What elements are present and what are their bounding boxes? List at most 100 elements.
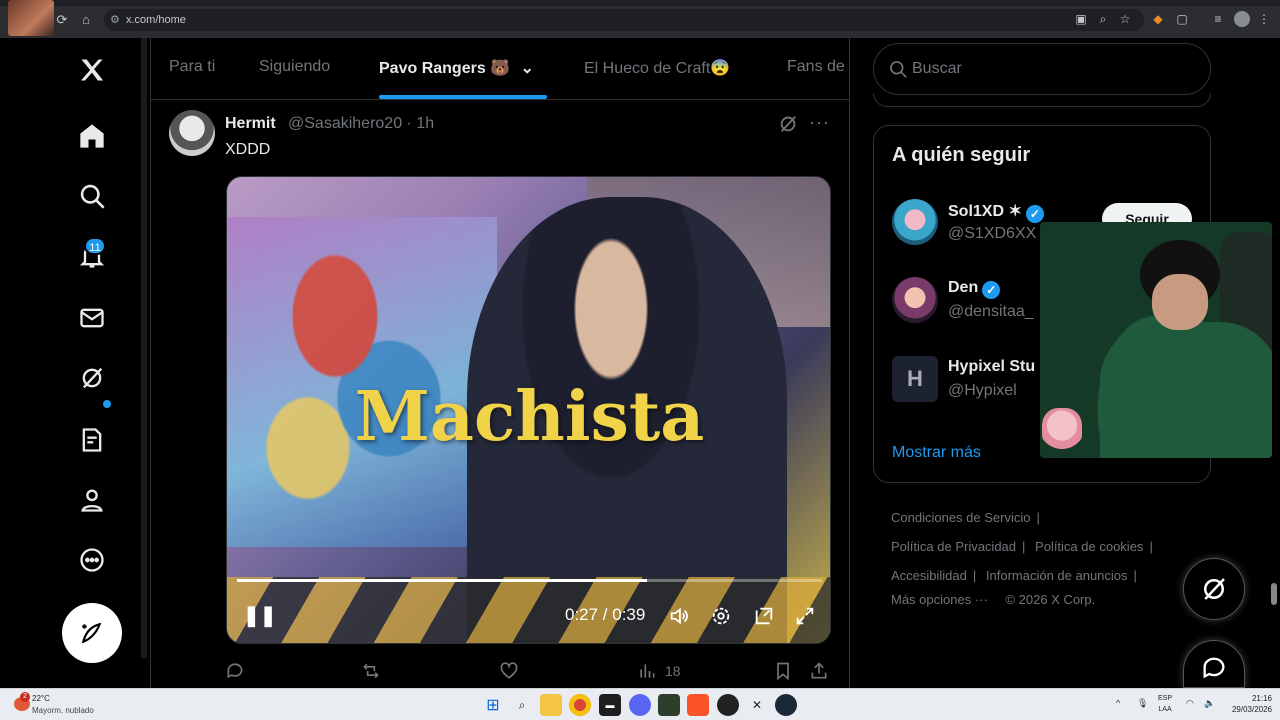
settings-gear-icon[interactable]: [710, 605, 732, 627]
more-icon[interactable]: [76, 544, 108, 576]
share-button[interactable]: [809, 660, 829, 682]
repost-button[interactable]: [361, 660, 381, 682]
webcam-person-face: [1152, 274, 1208, 330]
terms-link[interactable]: Condiciones de Servicio: [891, 510, 1030, 525]
more-options-icon[interactable]: ···: [809, 112, 830, 133]
github-icon[interactable]: [717, 694, 739, 716]
microphone-icon[interactable]: 🎙: [1137, 698, 1148, 709]
views-button[interactable]: 18: [637, 660, 681, 682]
grok-float-button[interactable]: [1183, 558, 1245, 620]
post-feather-icon: [81, 622, 102, 644]
profile-icon[interactable]: [1234, 11, 1250, 27]
hypixel-logo-icon[interactable]: H: [892, 356, 938, 402]
windows-start-icon[interactable]: ⊞: [482, 694, 504, 716]
screenshot-icon[interactable]: ▣: [1073, 11, 1089, 27]
accessibility-link[interactable]: Accesibilidad: [891, 568, 967, 583]
brave-icon[interactable]: [687, 694, 709, 716]
cookies-link[interactable]: Política de cookies: [1035, 539, 1143, 554]
site-info-icon[interactable]: ⚙: [110, 9, 120, 31]
volume-icon[interactable]: [668, 605, 690, 627]
avatar[interactable]: [892, 277, 938, 323]
post-button[interactable]: [62, 603, 122, 663]
chevron-down-icon[interactable]: ⌄: [521, 60, 534, 77]
profile-icon[interactable]: [76, 484, 108, 516]
right-scrollbar-thumb[interactable]: [1271, 583, 1277, 605]
like-button[interactable]: [499, 660, 519, 682]
app-icon[interactable]: [658, 694, 680, 716]
video-progress-bar[interactable]: [237, 579, 822, 582]
extension-icon[interactable]: ◆: [1150, 11, 1166, 27]
weather-widget[interactable]: 2 22°C Mayorm. nublado: [12, 692, 122, 718]
weather-desc: Mayorm. nublado: [32, 706, 94, 715]
address-bar[interactable]: ⚙ x.com/home: [104, 9, 1144, 31]
queue-icon[interactable]: ≡: [1210, 11, 1226, 27]
search-placeholder: Buscar: [912, 60, 962, 77]
tab-siguiendo[interactable]: Siguiendo: [259, 58, 330, 76]
speaker-icon[interactable]: 🔈: [1204, 698, 1215, 709]
privacy-link[interactable]: Política de Privacidad: [891, 539, 1016, 554]
terminal-icon[interactable]: ▬: [599, 694, 621, 716]
home-icon[interactable]: [76, 120, 108, 152]
grok-new-dot: [103, 400, 111, 408]
grok-icon: [1204, 578, 1225, 600]
suggestion-name-text: Sol1XD ✶: [948, 203, 1022, 220]
verified-badge-icon: ✓: [1025, 205, 1044, 223]
bookmark-icon: [777, 662, 789, 681]
suggestion-name[interactable]: Den ✓: [948, 279, 1001, 299]
left-scrollbar[interactable]: [141, 38, 147, 658]
clock-time: 21:16: [1251, 694, 1272, 703]
search-icon[interactable]: ⌕: [511, 694, 533, 716]
video-caption: Machista: [354, 377, 705, 457]
tweet-author-avatar[interactable]: [169, 110, 215, 156]
refresh-icon[interactable]: ⟳: [54, 12, 70, 28]
menu-icon[interactable]: ⋮: [1256, 11, 1272, 27]
webcam-person-body: [1100, 322, 1272, 458]
suggestion-name[interactable]: Hypixel Stu: [948, 358, 1035, 376]
language-indicator[interactable]: ESP LAA: [1158, 693, 1172, 715]
home-icon[interactable]: ⌂: [78, 12, 94, 28]
x-logo-icon[interactable]: [76, 54, 108, 86]
show-more-link[interactable]: Mostrar más: [892, 444, 981, 462]
bookmark-button[interactable]: [773, 660, 793, 682]
search-input[interactable]: Buscar: [873, 43, 1211, 95]
tab-pavo-rangers[interactable]: Pavo Rangers 🐻 ⌄: [379, 58, 534, 78]
avatar[interactable]: [892, 199, 938, 245]
compose-list-icon[interactable]: [76, 424, 108, 456]
file-explorer-icon[interactable]: [540, 694, 562, 716]
mail-icon[interactable]: [76, 302, 108, 334]
more-options-link[interactable]: Más opciones ···: [891, 592, 988, 607]
pause-icon[interactable]: ❚❚: [243, 603, 277, 628]
suggestion-handle: @S1XD6XX: [948, 225, 1037, 242]
tab-para-ti[interactable]: Para ti: [169, 58, 215, 76]
chrome-icon[interactable]: [569, 694, 591, 716]
bookmark-star-icon[interactable]: ☆: [1117, 11, 1133, 27]
tweet-author-handle[interactable]: @Sasakihero20 · 1h: [288, 115, 434, 133]
tray-chevron-icon[interactable]: ^: [1116, 698, 1120, 708]
weather-alert-badge: 2: [20, 692, 30, 702]
grok-icon[interactable]: [76, 362, 108, 394]
puzzle-icon[interactable]: ▢: [1174, 11, 1190, 27]
clock[interactable]: 21:16 29/03/2026: [1222, 693, 1272, 715]
tweet-author-name[interactable]: Hermit: [225, 115, 276, 133]
capcut-icon[interactable]: ✕: [746, 694, 768, 716]
fullscreen-icon[interactable]: [794, 605, 816, 627]
streamer-mini-cam: [8, 0, 54, 36]
zoom-icon[interactable]: ⌕: [1095, 11, 1111, 27]
reply-button[interactable]: [225, 660, 245, 682]
suggestion-name[interactable]: Sol1XD ✶ ✓: [948, 201, 1044, 223]
discord-icon[interactable]: [629, 694, 651, 716]
tab-fans-de[interactable]: Fans de: [787, 58, 845, 76]
chat-bubble-icon: [1203, 657, 1225, 679]
tweet-video[interactable]: Machista ❚❚ 0:27 / 0:39: [226, 176, 831, 644]
wifi-icon[interactable]: ◠: [1186, 698, 1194, 709]
taskbar: 2 22°C Mayorm. nublado ⊞ ⌕ ▬ ✕ ^ 🎙 ESP L…: [0, 688, 1280, 720]
weather-temp: 22°C: [32, 694, 50, 703]
ads-info-link[interactable]: Información de anuncios: [986, 568, 1128, 583]
tab-el-hueco-de-craft[interactable]: El Hueco de Craft😨: [584, 58, 730, 78]
picture-in-picture-icon[interactable]: [753, 605, 775, 627]
grok-icon[interactable]: [777, 113, 799, 135]
steam-icon[interactable]: [775, 694, 797, 716]
copyright: © 2026 X Corp.: [1005, 592, 1096, 607]
video-time: 0:27 / 0:39: [565, 605, 646, 624]
search-icon[interactable]: [76, 180, 108, 212]
